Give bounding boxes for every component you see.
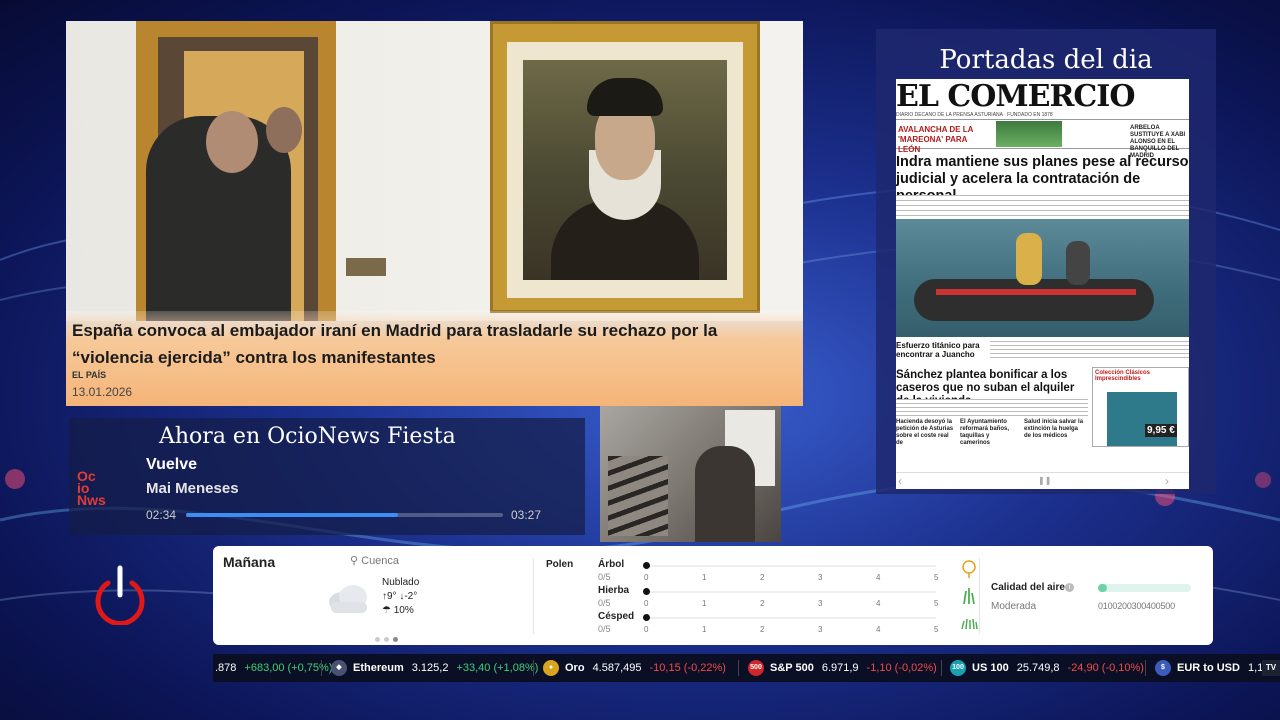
teaser-photo <box>996 121 1062 147</box>
lawn-icon <box>961 618 978 630</box>
pollen-row-grass: Hierba 0/5 0 1 2 3 4 5 <box>598 585 978 611</box>
chevron-left-icon[interactable]: ‹ <box>898 474 902 488</box>
newspaper-photo <box>896 219 1189 337</box>
tree-icon <box>962 560 976 578</box>
air-quality-label: Calidad del aire <box>991 582 1065 593</box>
air-quality-level: Moderada <box>991 601 1037 612</box>
news-photo <box>66 21 803 321</box>
gold-icon: ● <box>543 660 559 677</box>
cloud-icon <box>329 585 367 613</box>
grass-icon <box>963 588 975 605</box>
carousel-dots <box>375 629 402 647</box>
newspaper-small-headline: Esfuerzo titánico para encontrar a Juanc… <box>896 341 980 359</box>
progress-bar[interactable] <box>186 513 503 517</box>
us100-icon: 100 <box>950 660 966 677</box>
news-date: 13.01.2026 <box>72 385 133 399</box>
song-title: Vuelve <box>146 456 197 473</box>
news-source: EL PAÍS <box>72 370 107 380</box>
ticker-item-sp500[interactable]: 500 S&P 500 6.971,9 -1,10 (-0,02%) <box>748 654 937 682</box>
location-pin-icon: ⚲ <box>350 555 359 567</box>
weather-widget: Mañana ⚲ Cuenca Nublado ↑9° ↓-2° ☂ 10% P… <box>213 546 1213 645</box>
currency-icon: $ <box>1155 660 1171 677</box>
total-time: 03:27 <box>511 508 542 522</box>
weather-location: ⚲ Cuenca <box>350 555 400 567</box>
info-icon[interactable]: i <box>1065 583 1074 592</box>
forecast-day: Mañana <box>223 554 276 570</box>
newspaper-masthead: EL COMERCIO <box>896 79 1135 114</box>
pollen-row-lawn: Césped 0/5 0 1 2 3 4 5 <box>598 611 978 637</box>
news-headline[interactable]: España convoca al embajador iraní en Mad… <box>72 317 772 371</box>
front-pages-title: Portadas del dia <box>939 45 1153 75</box>
main-news-card[interactable]: España convoca al embajador iraní en Mad… <box>66 21 803 406</box>
ethereum-icon: ◆ <box>331 660 347 677</box>
book-image <box>1107 392 1177 446</box>
framed-portrait <box>490 21 760 313</box>
ocionews-logo: Oc io Nws <box>77 468 106 508</box>
power-icon[interactable] <box>93 565 147 625</box>
chevron-right-icon[interactable]: › <box>1165 474 1169 488</box>
ticker-item-eurusd[interactable]: $ EUR to USD 1,16 <box>1155 654 1269 682</box>
air-quality-bar <box>1098 584 1191 592</box>
now-playing-panel: Ahora en OcioNews Fiesta Oc io Nws Vuelve … <box>69 418 585 535</box>
paper-navigation: ‹ ❚❚ › <box>896 472 1189 489</box>
now-playing-heading: Ahora en OcioNews Fiesta <box>159 424 456 449</box>
pollen-label: Polen <box>546 559 574 570</box>
front-pages-panel: Portadas del dia EL COMERCIO DIARIO DECA… <box>876 29 1216 494</box>
ticker-item-ethereum[interactable]: ◆ Ethereum 3.125,2 +33,40 (+1,08%) <box>331 654 538 682</box>
air-quality-scale: 0100200300400500 <box>1098 601 1175 611</box>
rain-probability: ☂ 10% <box>382 605 414 616</box>
channel-badge: TV <box>1262 660 1280 676</box>
progress-fill <box>186 513 399 517</box>
song-artist: Mai Meneses <box>146 480 239 497</box>
weather-temps: ↑9° ↓-2° <box>382 591 418 602</box>
pause-icon[interactable]: ❚❚ <box>1038 476 1051 485</box>
weather-condition: Nublado <box>382 577 420 588</box>
ticker-item-gold[interactable]: ● Oro 4.587,495 -10,15 (-0,22%) <box>543 654 726 682</box>
newspaper-front-page[interactable]: EL COMERCIO DIARIO DECANO DE LA PRENSA A… <box>896 79 1189 489</box>
pollen-row-tree: Árbol 0/5 0 1 2 3 4 5 <box>598 559 978 585</box>
newspaper-subline: DIARIO DECANO DE LA PRENSA ASTURIANA · F… <box>896 112 1053 118</box>
market-ticker: .878 +683,00 (+0,75%) ◆ Ethereum 3.125,2 +33… <box>213 654 1280 682</box>
ticker-item[interactable]: .878 +683,00 (+0,75%) <box>215 654 333 682</box>
ticker-item-us100[interactable]: 100 US 100 25.749,8 -24,90 (-0,10%) <box>950 654 1144 682</box>
newspaper-promo-box: Colección Clásicos Imprescindibles 9,95 … <box>1092 367 1189 447</box>
newspaper-teaser-left: AVALANCHA DE LA 'MAREONA' PARA LEÓN <box>898 125 974 154</box>
video-thumbnail[interactable] <box>600 406 781 542</box>
elapsed-time: 02:34 <box>146 508 177 522</box>
umbrella-icon: ☂ <box>382 605 391 616</box>
sp500-icon: 500 <box>748 660 764 677</box>
